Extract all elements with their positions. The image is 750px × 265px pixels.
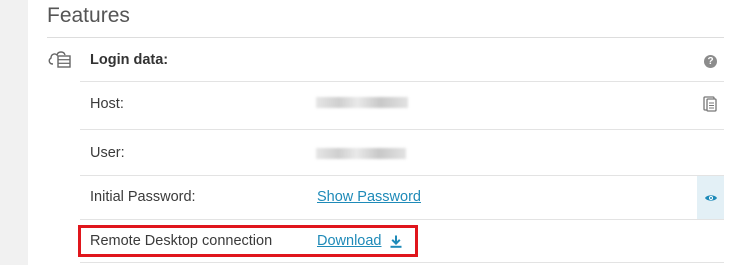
show-password-link[interactable]: Show Password xyxy=(317,189,421,205)
initial-password-label: Initial Password: xyxy=(90,189,196,205)
row-divider xyxy=(80,129,724,130)
cloud-server-icon xyxy=(48,51,71,68)
row-divider xyxy=(80,81,724,82)
reveal-password-button[interactable] xyxy=(697,176,724,219)
left-gutter xyxy=(0,0,28,265)
host-label: Host: xyxy=(90,96,124,112)
section-title: Features xyxy=(47,4,130,27)
login-data-header: Login data: xyxy=(90,52,169,68)
row-divider xyxy=(80,262,724,263)
eye-icon xyxy=(704,194,717,201)
user-value-redacted xyxy=(316,148,406,159)
copy-clipboard-icon[interactable] xyxy=(703,96,717,112)
user-label: User: xyxy=(90,145,125,161)
highlight-box xyxy=(78,225,418,257)
row-divider xyxy=(80,175,724,176)
row-divider xyxy=(80,219,724,220)
help-circle-icon[interactable]: ? xyxy=(704,55,717,68)
host-value-redacted xyxy=(316,97,408,108)
title-divider xyxy=(47,37,724,38)
